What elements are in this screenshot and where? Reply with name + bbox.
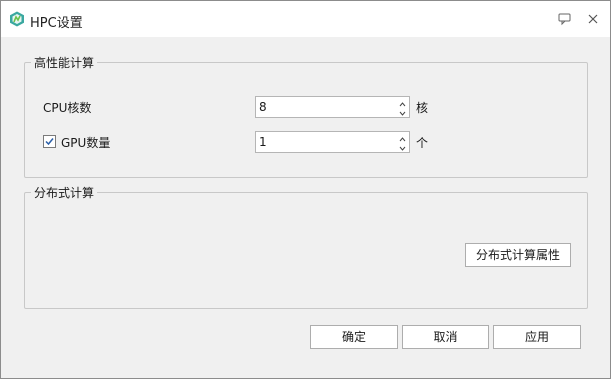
distributed-properties-button[interactable]: 分布式计算属性: [465, 243, 571, 267]
app-logo-icon: [9, 11, 25, 27]
hpc-group-title: 高性能计算: [31, 54, 98, 71]
gpu-count-label: GPU数量: [61, 136, 111, 150]
chevron-up-icon[interactable]: [398, 133, 407, 142]
distributed-group-title: 分布式计算: [31, 184, 98, 201]
gpu-count-stepper[interactable]: [396, 132, 409, 152]
hpc-groupbox: 高性能计算: [24, 54, 588, 178]
chevron-up-icon[interactable]: [398, 98, 407, 107]
cpu-cores-value[interactable]: 8: [259, 100, 267, 114]
gpu-unit-label: 个: [416, 136, 429, 150]
close-icon[interactable]: [584, 10, 602, 28]
speech-bubble-icon[interactable]: [556, 10, 574, 28]
window-title: HPC设置: [30, 16, 83, 31]
title-bar: HPC设置: [1, 1, 610, 37]
cpu-cores-label: CPU核数: [43, 101, 92, 115]
chevron-down-icon[interactable]: [398, 142, 407, 151]
cpu-cores-spinbox[interactable]: 8: [255, 96, 410, 118]
chevron-down-icon[interactable]: [398, 107, 407, 116]
hpc-settings-dialog: HPC设置 高性能计算 CPU核数 8 核 GPU数量 1 个 分布式计算 分布…: [0, 0, 611, 379]
gpu-count-value[interactable]: 1: [259, 135, 267, 149]
gpu-checkbox[interactable]: [43, 135, 56, 148]
cpu-cores-stepper[interactable]: [396, 97, 409, 117]
gpu-count-spinbox[interactable]: 1: [255, 131, 410, 153]
ok-button[interactable]: 确定: [310, 325, 398, 349]
cpu-unit-label: 核: [416, 101, 429, 115]
cancel-button[interactable]: 取消: [402, 325, 489, 349]
apply-button[interactable]: 应用: [493, 325, 581, 349]
